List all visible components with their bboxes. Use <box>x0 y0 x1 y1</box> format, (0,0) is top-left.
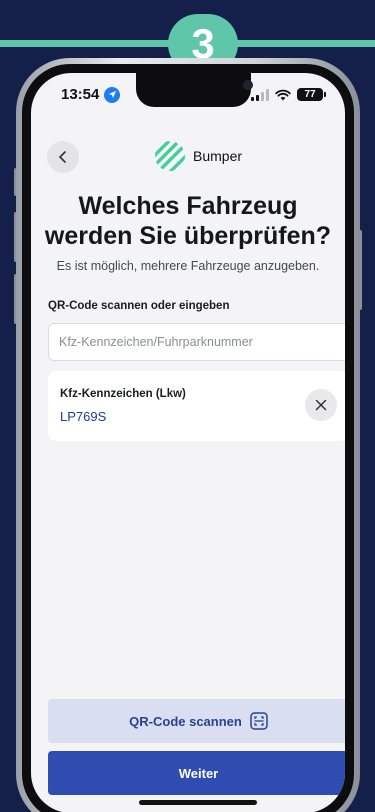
cellular-signal-icon <box>251 88 269 101</box>
plate-input-wrapper <box>48 323 345 361</box>
phone-frame: 13:54 77 Bumper Welches Fahrzeug werden … <box>16 58 360 812</box>
home-indicator <box>139 800 257 805</box>
remove-vehicle-button[interactable] <box>305 389 337 421</box>
vehicle-card: Kfz-Kennzeichen (Lkw) LP769S <box>48 371 345 441</box>
back-button[interactable] <box>47 141 79 173</box>
plate-input[interactable] <box>59 335 338 349</box>
qr-scan-label: QR-Code scannen <box>129 713 242 729</box>
phone-bezel: 13:54 77 Bumper Welches Fahrzeug werden … <box>22 64 354 812</box>
status-bar-indicators: 77 <box>251 88 326 101</box>
battery-icon: 77 <box>297 88 326 101</box>
qr-section-label: QR-Code scannen oder eingeben <box>48 300 230 312</box>
page-title: Welches Fahrzeug werden Sie überprüfen? <box>31 191 345 251</box>
title-line-1: Welches Fahrzeug <box>78 192 298 220</box>
status-bar-time: 13:54 <box>61 86 121 103</box>
brand-header: Bumper <box>155 141 242 171</box>
app-screen: 13:54 77 Bumper Welches Fahrzeug werden … <box>31 73 345 812</box>
qr-scan-button[interactable]: QR-Code scannen <box>48 699 345 743</box>
chevron-left-icon <box>58 151 66 163</box>
vehicle-plate: LP769S <box>60 409 107 424</box>
time-text: 13:54 <box>61 86 100 103</box>
title-line-2: werden Sie überprüfen? <box>44 222 332 250</box>
next-button[interactable]: Weiter <box>48 751 345 795</box>
bumper-logo-icon <box>155 141 185 171</box>
battery-level: 77 <box>304 89 316 100</box>
wifi-icon <box>275 89 291 100</box>
vehicle-label: Kfz-Kennzeichen (Lkw) <box>60 388 186 400</box>
location-arrow-icon <box>104 86 121 103</box>
notch <box>136 73 253 107</box>
qr-scan-icon <box>250 712 268 730</box>
page-subtitle: Es ist möglich, mehrere Fahrzeuge anzuge… <box>56 259 320 273</box>
close-icon <box>315 399 327 411</box>
brand-name: Bumper <box>193 148 243 164</box>
